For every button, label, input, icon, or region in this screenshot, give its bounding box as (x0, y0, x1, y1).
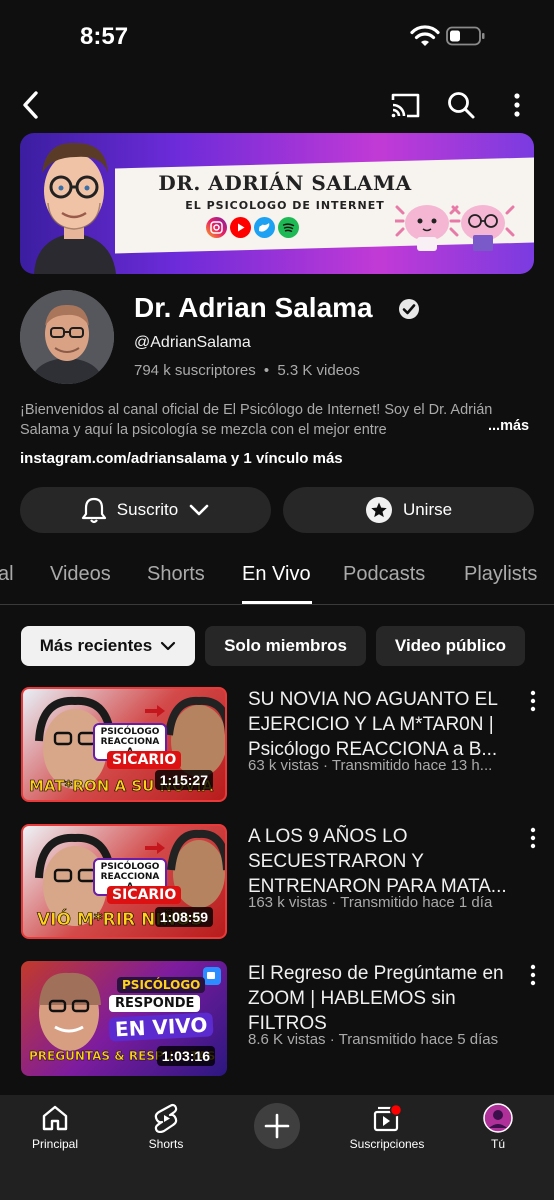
video-meta: 163 k vistas · Transmitido hace 1 día (248, 894, 493, 911)
chip-label: Solo miembros (224, 636, 347, 655)
tab-podcasts[interactable]: Podcasts (343, 563, 425, 586)
chip-solo-miembros[interactable]: Solo miembros (205, 626, 366, 666)
banner-cartoon-portrait (34, 142, 116, 274)
video-title[interactable]: SU NOVIA NO AGUANTO EL EJERCICIO Y LA M*… (248, 687, 518, 762)
join-button[interactable]: Unirse (283, 487, 534, 533)
twitter-icon (254, 217, 275, 238)
tab-en-vivo[interactable]: En Vivo (242, 563, 311, 586)
join-label: Unirse (402, 500, 453, 519)
avatar-portrait (20, 290, 114, 384)
description-more-link[interactable]: ...más (486, 418, 530, 434)
back-icon (23, 91, 38, 119)
channel-banner: DR. ADRIÁN SALAMA EL PSICOLOGO DE INTERN… (20, 133, 534, 274)
battery-icon (446, 26, 485, 46)
channel-description[interactable]: ¡Bienvenidos al canal oficial de El Psic… (20, 400, 534, 440)
channel-stats: 794 k suscriptores • 5.3 K videos (134, 362, 360, 379)
home-icon (42, 1105, 68, 1131)
nav-principal[interactable]: Principal (0, 1103, 110, 1151)
video-duration: 1:03:16 (156, 1046, 215, 1066)
video-item[interactable]: PSICÓLOGO RESPONDE EN VIVO PREGUNTAS & R… (0, 961, 554, 1081)
tab-playlists[interactable]: Playlists (464, 563, 537, 586)
video-thumbnail[interactable]: PSICÓLOGO REACCIONA A SICARIO VIÓ M*RIR … (21, 824, 227, 939)
more-vertical-icon (514, 93, 520, 117)
video-duration: 1:15:27 (154, 770, 213, 790)
tab-principal[interactable]: al (0, 563, 14, 586)
nav-shorts[interactable]: Shorts (111, 1103, 221, 1151)
chip-label: Video público (394, 636, 507, 655)
video-meta: 8.6 K vistas · Transmitido hace 5 días (248, 1031, 499, 1048)
active-tab-indicator (242, 601, 312, 604)
video-item[interactable]: PSICÓLOGO REACCIONA A SICARIO VIÓ M*RIR … (0, 824, 554, 944)
nav-label: Shorts (148, 1137, 184, 1151)
channel-page: 8:57 DR. ADRIÁN SALAMA EL PSICOLOGO DE I… (0, 0, 554, 1200)
chevron-down-icon (161, 641, 176, 651)
create-button[interactable] (254, 1103, 300, 1149)
stats-separator: • (263, 362, 270, 379)
chip-video-publico[interactable]: Video público (376, 626, 525, 666)
thumbnail-badge: PSICÓLOGO (117, 977, 206, 993)
thumbnail-tag: SICARIO (107, 751, 182, 769)
video-more-icon[interactable] (522, 689, 544, 713)
subscribed-label: Suscrito (116, 500, 179, 519)
video-item[interactable]: PSICÓLOGO REACCIONA A SICARIO MAT*RON A … (0, 687, 554, 807)
video-more-icon[interactable] (522, 826, 544, 850)
thumbnail-tag: SICARIO (107, 886, 182, 904)
nav-label: Principal (31, 1137, 79, 1151)
video-duration: 1:08:59 (154, 907, 213, 927)
tab-videos[interactable]: Videos (50, 563, 111, 586)
tab-shorts[interactable]: Shorts (147, 563, 205, 586)
subscribed-button[interactable]: Suscrito (20, 487, 271, 533)
channel-links[interactable]: instagram.com/adriansalama y 1 vínculo m… (20, 450, 343, 467)
banner-social-icons (206, 217, 299, 238)
bottom-navigation: Principal Shorts Suscripciones Tú (0, 1095, 554, 1200)
banner-subtitle: EL PSICOLOGO DE INTERNET (185, 199, 385, 212)
video-thumbnail[interactable]: PSICÓLOGO RESPONDE EN VIVO PREGUNTAS & R… (21, 961, 227, 1076)
thumbnail-tag: RESPONDE (109, 995, 201, 1012)
video-meta: 63 k vistas · Transmitido hace 13 h... (248, 757, 493, 774)
channel-tabs: al Videos Shorts En Vivo Podcasts Playli… (0, 545, 554, 605)
top-app-bar (0, 80, 554, 130)
instagram-icon (206, 217, 227, 238)
back-button[interactable] (14, 86, 48, 124)
create-plus-icon (264, 1113, 290, 1139)
channel-avatar[interactable] (20, 290, 114, 384)
channel-name: Dr. Adrian Salama (134, 292, 373, 323)
banner-title: DR. ADRIÁN SALAMA (158, 171, 412, 195)
subscriber-count: 794 k suscriptores (134, 362, 256, 379)
youtube-icon (230, 217, 251, 238)
chip-label: Más recientes (39, 636, 153, 655)
spotify-icon (278, 217, 299, 238)
nav-label: Suscripciones (349, 1137, 425, 1151)
nav-suscripciones[interactable]: Suscripciones (332, 1103, 442, 1151)
bell-icon (81, 497, 106, 524)
profile-avatar-icon (483, 1103, 513, 1133)
video-title[interactable]: A LOS 9 AÑOS LO SECUESTRARON Y ENTRENARO… (248, 824, 518, 899)
status-bar: 8:57 (0, 0, 554, 76)
chip-mas-recientes[interactable]: Más recientes (21, 626, 195, 666)
nav-tu[interactable]: Tú (443, 1103, 553, 1151)
cast-icon (391, 93, 420, 118)
banner-axolotl-mascots (395, 205, 515, 251)
channel-handle: @AdrianSalama (134, 334, 251, 351)
chevron-down-icon (189, 504, 209, 516)
nav-create-button[interactable] (222, 1103, 332, 1149)
video-count: 5.3 K videos (277, 362, 360, 379)
star-badge-icon (365, 497, 392, 523)
search-icon (448, 92, 475, 119)
video-thumbnail[interactable]: PSICÓLOGO REACCIONA A SICARIO MAT*RON A … (21, 687, 227, 802)
shorts-icon (154, 1103, 178, 1133)
wifi-icon (410, 25, 440, 46)
more-options-button[interactable] (502, 86, 532, 124)
video-title[interactable]: El Regreso de Pregúntame en ZOOM | HABLE… (248, 961, 518, 1036)
verified-badge-icon (399, 299, 419, 319)
search-button[interactable] (442, 86, 480, 124)
cast-button[interactable] (386, 86, 424, 124)
video-more-icon[interactable] (522, 963, 544, 987)
subscriptions-icon (373, 1103, 403, 1132)
nav-label: Tú (490, 1137, 505, 1151)
status-time: 8:57 (80, 23, 129, 50)
